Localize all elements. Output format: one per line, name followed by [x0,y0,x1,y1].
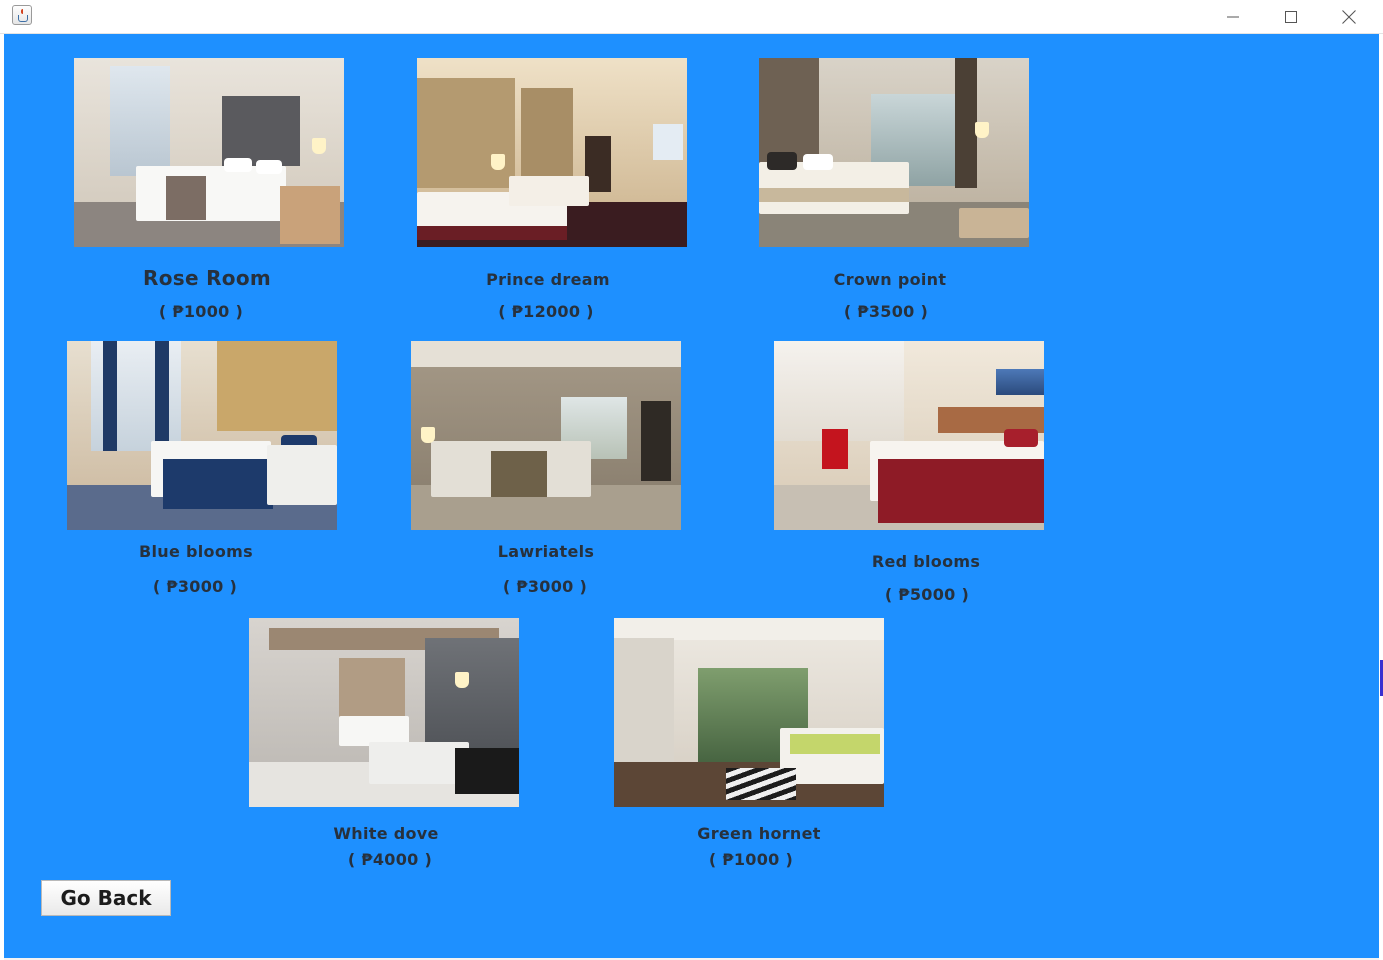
room-name-red-blooms: Red blooms [871,552,981,571]
maximize-icon[interactable] [1262,0,1320,33]
room-price-blue-blooms: ( ₱3000 ) [152,577,238,596]
room-photo-red-blooms[interactable] [774,341,1044,530]
room-price-lawriatels: ( ₱3000 ) [502,577,588,596]
java-app-icon [12,5,32,25]
room-price-red-blooms: ( ₱5000 ) [884,585,970,604]
room-name-lawriatels: Lawriatels [497,542,595,561]
room-price-crown-point: ( ₱3500 ) [843,302,929,321]
go-back-button[interactable]: Go Back [41,880,171,916]
room-photo-crown-point[interactable] [759,58,1029,247]
minimize-icon[interactable] [1204,0,1262,33]
room-name-rose-room: Rose Room [143,266,271,290]
window-right-border [1379,34,1383,960]
room-name-green-hornet: Green hornet [697,824,821,843]
room-price-rose-room: ( ₱1000 ) [158,302,244,321]
room-photo-white-dove[interactable] [249,618,519,807]
room-photo-green-hornet[interactable] [614,618,884,807]
room-name-crown-point: Crown point [833,270,947,289]
room-price-green-hornet: ( ₱1000 ) [708,850,794,869]
room-photo-prince-dream[interactable] [417,58,687,247]
room-name-prince-dream: Prince dream [486,270,610,289]
room-photo-lawriatels[interactable] [411,341,681,530]
title-bar [0,0,1383,34]
room-name-blue-blooms: Blue blooms [139,542,253,561]
room-price-prince-dream: ( ₱12000 ) [498,302,594,321]
room-price-white-dove: ( ₱4000 ) [347,850,433,869]
room-photo-blue-blooms[interactable] [67,341,337,530]
room-name-white-dove: White dove [333,824,439,843]
close-icon[interactable] [1320,0,1378,33]
room-photo-rose-room[interactable] [74,58,344,247]
